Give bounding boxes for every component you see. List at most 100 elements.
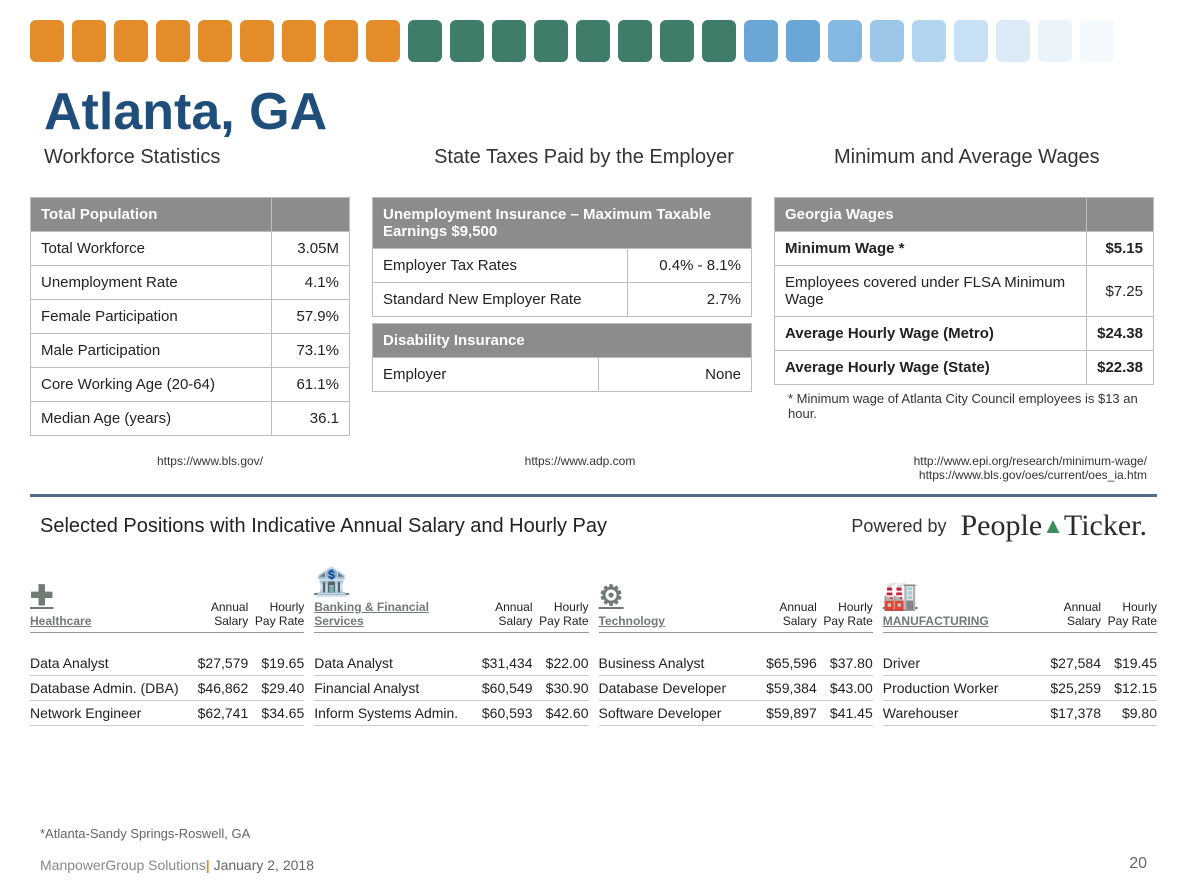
row-label: Core Working Age (20-64) [31,368,272,402]
color-chip [282,20,316,62]
position-salary: $60,549 [477,680,533,696]
row-label: Employer Tax Rates [373,249,628,283]
row-label: Female Participation [31,300,272,334]
row-label: Total Workforce [31,232,272,266]
row-value: $5.15 [1087,232,1154,266]
color-chip [324,20,358,62]
page-number: 20 [1129,855,1147,873]
position-rate: $9.80 [1101,705,1157,721]
position-rate: $42.60 [533,705,589,721]
row-value: 2.7% [628,283,752,317]
sector-name: Technology [599,614,665,628]
color-chip [576,20,610,62]
table-row: Average Hourly Wage (State)$22.38 [775,351,1154,385]
table-row: Standard New Employer Rate2.7% [373,283,752,317]
position-rate: $22.00 [533,655,589,671]
color-chip [870,20,904,62]
color-chip [786,20,820,62]
color-chip [450,20,484,62]
row-value: None [599,358,752,392]
wages-footnote: * Minimum wage of Atlanta City Council e… [774,385,1154,421]
table-row: Employees covered under FLSA Minimum Wag… [775,266,1154,317]
sector-header: 🏦Banking & Financial ServicesAnnual Sala… [314,565,588,633]
position-rate: $43.00 [817,680,873,696]
table-row: Employer Tax Rates0.4% - 8.1% [373,249,752,283]
position-row: Warehouser$17,378$9.80 [883,701,1157,726]
sector-label: 🏦Banking & Financial Services [314,565,476,628]
section-divider [30,494,1157,497]
sector-label: ⚙Technology [599,579,761,628]
row-value: 61.1% [271,368,349,402]
row-value: $24.38 [1087,317,1154,351]
source-adp: https://www.adp.com [380,454,780,482]
unemployment-insurance-table: Unemployment Insurance – Maximum Taxable… [372,197,752,317]
position-salary: $60,593 [477,705,533,721]
row-label: Male Participation [31,334,272,368]
people-ticker-logo: People▲Ticker. [960,509,1147,543]
col-annual-salary: Annual Salary [192,600,248,628]
position-name: Database Developer [599,680,761,696]
color-chip [114,20,148,62]
color-chip [1038,20,1072,62]
sector-column: ⚙TechnologyAnnual SalaryHourly Pay RateB… [599,565,873,726]
row-value: 73.1% [271,334,349,368]
subhead-workforce: Workforce Statistics [44,146,384,169]
position-row: Driver$27,584$19.45 [883,651,1157,676]
position-salary: $65,596 [761,655,817,671]
source-wages: http://www.epi.org/research/minimum-wage… [780,454,1147,482]
position-rate: $19.65 [248,655,304,671]
workforce-table: Total Population Total Workforce3.05MUne… [30,197,350,436]
col-hourly-rate: Hourly Pay Rate [1101,600,1157,628]
table-row: Average Hourly Wage (Metro)$24.38 [775,317,1154,351]
position-salary: $46,862 [192,680,248,696]
position-rate: $29.40 [248,680,304,696]
row-label: Unemployment Rate [31,266,272,300]
position-name: Inform Systems Admin. [314,705,476,721]
position-rate: $34.65 [248,705,304,721]
col-hourly-rate: Hourly Pay Rate [817,600,873,628]
position-name: Network Engineer [30,705,192,721]
row-value: 57.9% [271,300,349,334]
position-rate: $37.80 [817,655,873,671]
sector-label: 🏭 MANUFACTURING [883,579,1045,628]
row-value: 4.1% [271,266,349,300]
position-rate: $41.45 [817,705,873,721]
position-salary: $25,259 [1045,680,1101,696]
row-label: Minimum Wage * [775,232,1087,266]
row-label: Employer [373,358,599,392]
sector-icon: 🏭 [883,579,918,612]
sector-name: MANUFACTURING [883,614,989,628]
sector-header: ✚HealthcareAnnual SalaryHourly Pay Rate [30,565,304,633]
color-chip [534,20,568,62]
row-label: Standard New Employer Rate [373,283,628,317]
color-chip [912,20,946,62]
subhead-wages: Minimum and Average Wages [784,146,1143,169]
table-row: Total Workforce3.05M [31,232,350,266]
geo-footnote: *Atlanta-Sandy Springs-Roswell, GA [40,826,1147,841]
sector-column: ✚HealthcareAnnual SalaryHourly Pay Rate D… [30,565,304,726]
color-chip [408,20,442,62]
position-row: Production Worker$25,259$12.15 [883,676,1157,701]
table-row: Core Working Age (20-64)61.1% [31,368,350,402]
position-name: Software Developer [599,705,761,721]
position-row: Inform Systems Admin.$60,593$42.60 [314,701,588,726]
page-title: Atlanta, GA [0,72,1187,144]
col-hourly-rate: Hourly Pay Rate [533,600,589,628]
color-chip [30,20,64,62]
position-row: Database Developer$59,384$43.00 [599,676,873,701]
color-chip [1080,20,1114,62]
position-rate: $12.15 [1101,680,1157,696]
sector-icon: ✚ [30,579,53,612]
position-row: Software Developer$59,897$41.45 [599,701,873,726]
position-row: Data Analyst$31,434$22.00 [314,651,588,676]
position-row: Financial Analyst$60,549$30.90 [314,676,588,701]
color-bar-decorative [0,0,1187,72]
position-row: Data Analyst$27,579$19.65 [30,651,304,676]
color-chip [618,20,652,62]
col-annual-salary: Annual Salary [1045,600,1101,628]
row-label: Average Hourly Wage (Metro) [775,317,1087,351]
sector-header: 🏭 MANUFACTURING Annual SalaryHourly Pay Ra… [883,565,1157,633]
color-chip [996,20,1030,62]
color-chip [198,20,232,62]
col-annual-salary: Annual Salary [477,600,533,628]
